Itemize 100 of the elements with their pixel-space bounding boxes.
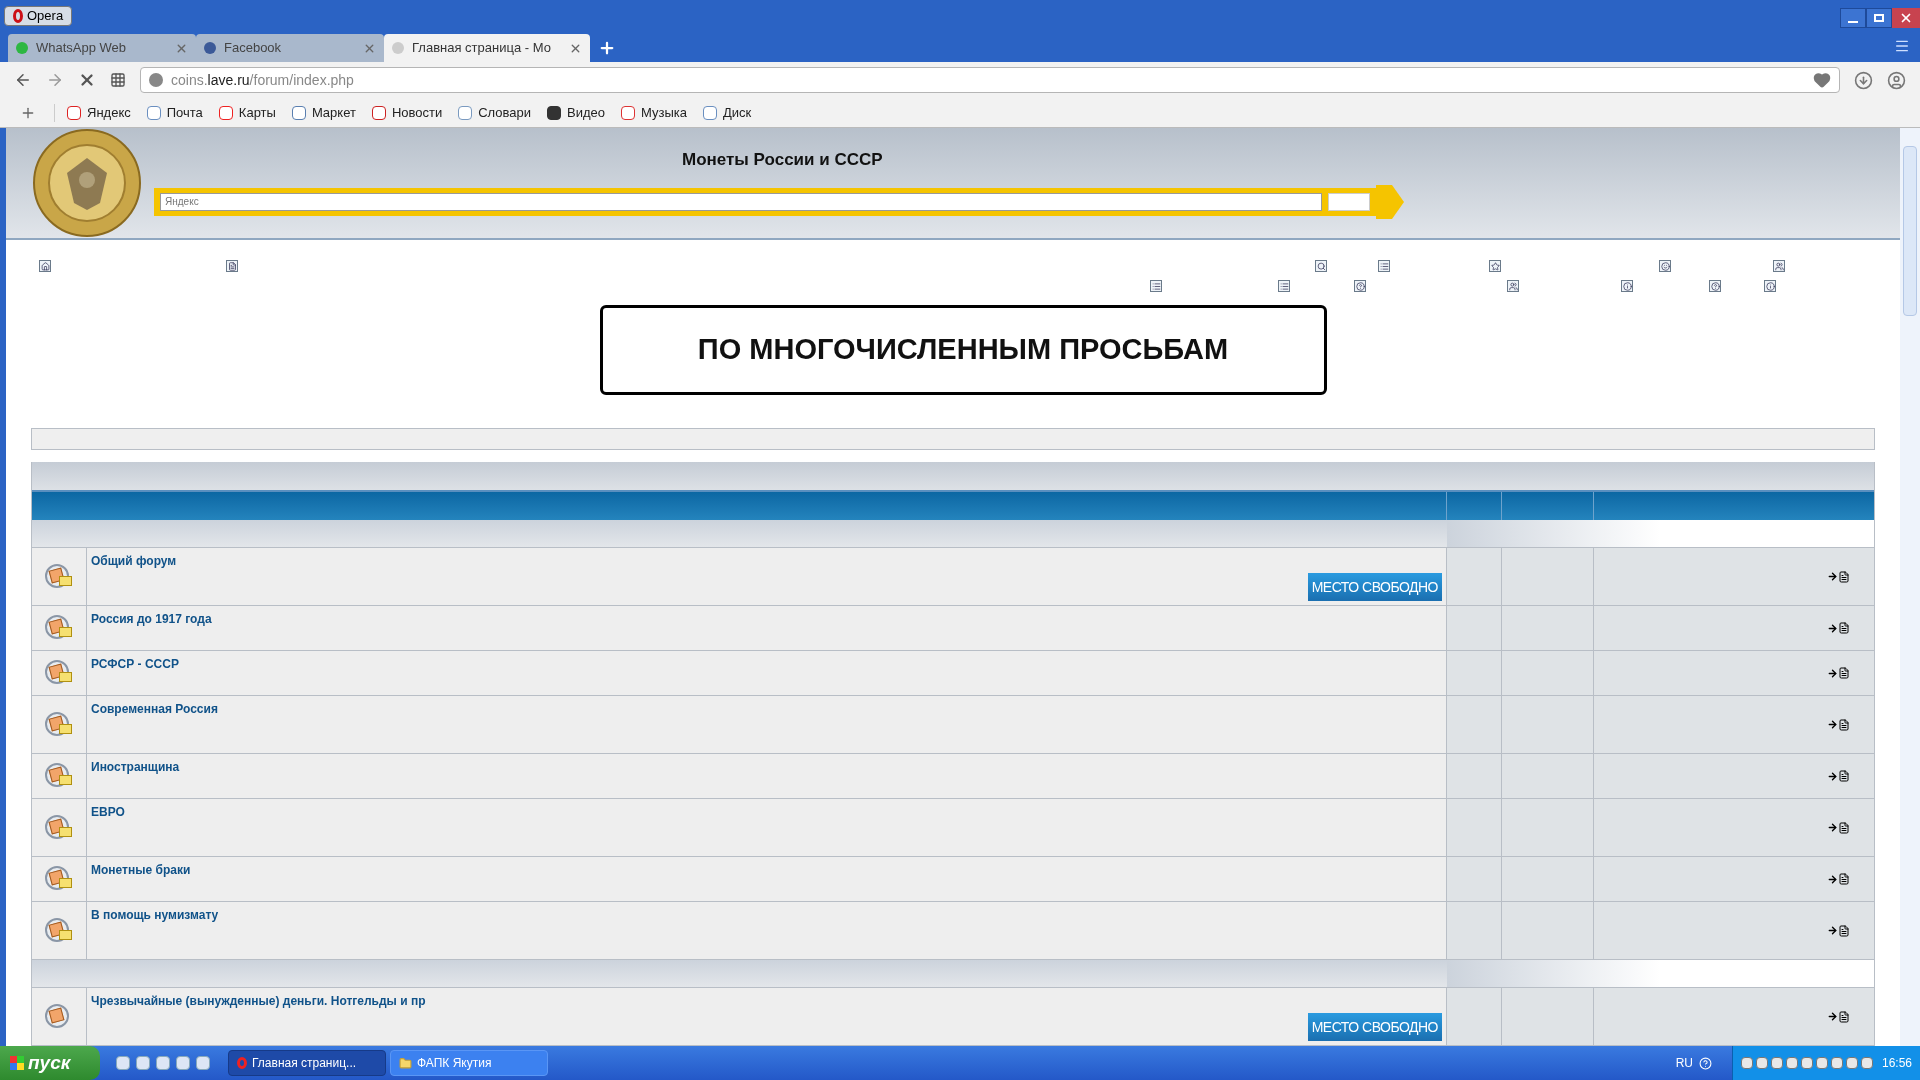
forum-folder-icon	[45, 563, 73, 590]
last-post-icon[interactable]	[1827, 821, 1850, 834]
last-post-icon[interactable]	[1827, 570, 1850, 583]
bookmark-item[interactable]: Новости	[371, 102, 443, 123]
toolbar-icon[interactable]	[1315, 260, 1327, 272]
tray-icon[interactable]	[1845, 1057, 1858, 1069]
forum-link[interactable]: Современная Россия	[91, 700, 1442, 718]
site-info-icon	[149, 73, 163, 87]
windows-logo-icon	[10, 1056, 24, 1070]
app-menu-button[interactable]: Opera	[4, 6, 73, 26]
bookmark-icon	[547, 105, 562, 120]
bookmark-item[interactable]: Музыка	[621, 102, 688, 123]
language-indicator[interactable]: RU	[1675, 1054, 1693, 1072]
toolbar-icon[interactable]	[1773, 260, 1785, 272]
bookmark-icon	[621, 105, 636, 120]
last-post-icon[interactable]	[1827, 924, 1850, 937]
toolbar-icon[interactable]	[1150, 280, 1162, 292]
forum-folder-icon	[45, 866, 73, 892]
maximize-button[interactable]	[1866, 8, 1892, 28]
new-tab-icon[interactable]	[598, 39, 616, 57]
bookmark-icon	[146, 105, 161, 120]
close-button[interactable]	[1892, 8, 1920, 28]
address-field[interactable]: coins.lave.ru/forum/index.php	[140, 67, 1840, 93]
forum-link[interactable]: РСФСР - СССР	[91, 655, 1442, 673]
last-post-icon[interactable]	[1827, 622, 1850, 634]
speed-dial-icon[interactable]	[110, 72, 126, 88]
toolbar-icon[interactable]	[1378, 260, 1390, 272]
tray-icon[interactable]	[1755, 1057, 1768, 1069]
toolbar-icon[interactable]	[1764, 280, 1776, 292]
tray-icon[interactable]	[1785, 1057, 1798, 1069]
tray-icon[interactable]	[1740, 1057, 1753, 1069]
tab-favicon-icon	[392, 42, 404, 54]
forum-link[interactable]: В помощь нумизмату	[91, 906, 1442, 924]
ad-banner[interactable]: МЕСТО СВОБОДНО	[1307, 573, 1442, 601]
taskbar-window-button[interactable]: ФАПК Якутия	[390, 1050, 548, 1076]
toolbar-icon[interactable]	[1709, 280, 1721, 292]
forum-link[interactable]: ЕВРО	[91, 803, 1442, 821]
toolbar-icon[interactable]	[1621, 280, 1633, 292]
browser-tab[interactable]: Facebook	[196, 34, 384, 62]
tab-title: WhatsApp Web	[36, 39, 128, 58]
announcement-banner: ПО МНОГОЧИСЛЕННЫМ ПРОСЬБАМ	[599, 305, 1327, 395]
bookmark-item[interactable]: Маркет	[291, 102, 356, 123]
forum-link[interactable]: Общий форум	[91, 552, 1442, 570]
forum-link[interactable]: Чрезвычайные (вынужденные) деньги. Нотгельды и пр	[91, 992, 1442, 1010]
toolbar-icon[interactable]	[1354, 280, 1366, 292]
forum-link[interactable]: Монетные браки	[91, 861, 1442, 879]
forum-folder-icon	[45, 814, 73, 841]
toolbar-icon[interactable]	[1278, 280, 1290, 292]
browser-tab[interactable]: Главная страница - Мо	[384, 34, 590, 62]
tray-icon[interactable]	[1800, 1057, 1813, 1069]
last-post-icon[interactable]	[1827, 1010, 1850, 1023]
coin-logo-icon	[32, 128, 142, 238]
toolbar-icon[interactable]	[1659, 260, 1671, 272]
bookmark-heart-icon[interactable]	[1813, 71, 1831, 89]
bookmark-item[interactable]: Яндекс	[67, 102, 131, 123]
bookmark-item[interactable]: Почта	[146, 102, 203, 123]
tray-icon[interactable]	[1815, 1057, 1828, 1069]
ad-banner[interactable]: МЕСТО СВОБОДНО	[1307, 1013, 1442, 1041]
last-post-icon[interactable]	[1827, 873, 1850, 885]
tray-icon[interactable]	[1860, 1057, 1873, 1069]
start-button[interactable]: пуск	[0, 1046, 100, 1080]
tab-favicon-icon	[204, 42, 216, 54]
toolbar-icon[interactable]	[226, 260, 238, 272]
forward-icon[interactable]	[46, 71, 64, 89]
opera-logo-icon	[13, 9, 23, 23]
tray-icon[interactable]	[1770, 1057, 1783, 1069]
forum-link[interactable]: Россия до 1917 года	[91, 610, 1442, 628]
search-field[interactable]: Яндекс	[160, 192, 1323, 211]
quick-launch-icon[interactable]	[116, 1056, 130, 1070]
opera-logo-icon	[237, 1057, 247, 1069]
last-post-icon[interactable]	[1827, 718, 1850, 731]
quick-launch-icon[interactable]	[156, 1056, 170, 1070]
account-icon[interactable]	[1887, 70, 1906, 90]
back-icon[interactable]	[14, 71, 32, 89]
taskbar-window-button[interactable]: Главная страниц...	[228, 1050, 386, 1076]
bookmark-item[interactable]: Диск	[703, 102, 752, 123]
scrollbar[interactable]	[1900, 128, 1920, 1046]
download-icon[interactable]	[1854, 70, 1873, 90]
bookmark-item[interactable]: Видео	[547, 102, 606, 123]
bookmark-item[interactable]: Карты	[218, 102, 276, 123]
toolbar-icon[interactable]	[1489, 260, 1501, 272]
stop-icon[interactable]	[78, 71, 96, 89]
last-post-icon[interactable]	[1827, 770, 1850, 782]
bookmark-icon	[458, 105, 473, 120]
toolbar-icon[interactable]	[39, 260, 51, 272]
toolbar-icon[interactable]	[1507, 280, 1519, 292]
site-title: Монеты России и СССР	[682, 149, 883, 172]
forum-folder-icon	[45, 763, 73, 789]
minimize-button[interactable]	[1840, 8, 1866, 28]
quick-launch-icon[interactable]	[136, 1056, 150, 1070]
forum-link[interactable]: Иностранщина	[91, 758, 1442, 776]
close-icon	[1899, 11, 1913, 25]
help-icon[interactable]	[1698, 1056, 1712, 1070]
tab-menu-icon[interactable]	[1894, 38, 1910, 54]
browser-tab[interactable]: WhatsApp Web	[8, 34, 196, 62]
tray-icon[interactable]	[1830, 1057, 1843, 1069]
last-post-icon[interactable]	[1827, 667, 1850, 679]
quick-launch-icon[interactable]	[176, 1056, 190, 1070]
bookmark-item[interactable]: Словари	[458, 102, 532, 123]
quick-launch-icon[interactable]	[196, 1056, 210, 1070]
